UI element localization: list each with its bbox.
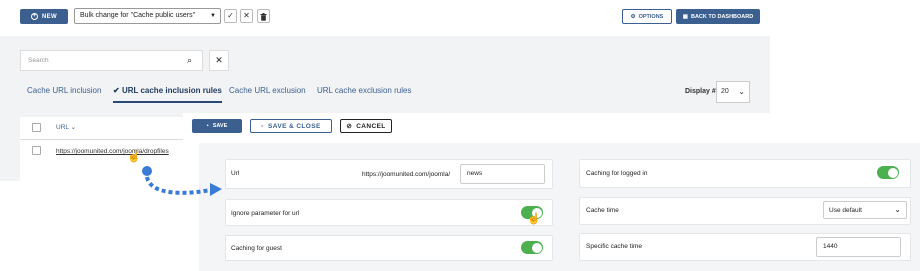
dashboard-icon: ▦ [682,13,688,20]
search-placeholder: Search [28,57,49,64]
close-icon: ✕ [215,55,223,65]
display-label: Display # [685,88,716,95]
gear-icon: ⚙ [630,13,636,20]
guest-toggle[interactable] [521,241,543,254]
search-icon: ⌕ [186,55,192,65]
dotted-path [145,176,211,195]
cancel-button[interactable]: ⊘ CANCEL [340,119,392,133]
search-input[interactable]: Search ⌕ [20,50,203,71]
divider [20,139,183,140]
chevron-down-icon: ▼ [210,13,216,19]
save-button[interactable]: ▪ SAVE [192,119,242,133]
row-checkbox[interactable] [32,146,41,155]
cursor-pointer-icon: ☝ [127,151,141,163]
chevron-down-icon: ⌄ [894,205,901,214]
toggle-knob [887,167,898,178]
clear-search-button[interactable]: ✕ [209,50,229,71]
top-toolbar: + NEW Bulk change for "Cache public user… [0,0,920,36]
save-label: SAVE [212,123,228,129]
url-label: Url [231,170,240,177]
specific-time-input[interactable]: 1440 [816,237,901,257]
display-count-select[interactable]: 20 ⌄ [716,81,750,103]
url-column-label: URL [56,124,69,131]
save-icon: ▫ [261,122,264,130]
trash-icon [260,13,267,21]
arrow-head [210,183,222,196]
select-all-checkbox[interactable] [32,123,41,132]
cache-time-select[interactable]: Use default ⌄ [823,201,907,219]
ignore-param-label: Ignore parameter for url [231,210,300,217]
display-count-value: 20 [721,88,729,95]
delete-button[interactable] [257,9,270,23]
url-input[interactable]: news [460,164,545,184]
tab-url-cache-inclusion-rules[interactable]: ✔ URL cache inclusion rules [113,86,222,103]
bulk-action-select[interactable]: Bulk change for "Cache public users" ▼ [74,8,221,24]
chevron-down-icon: ⌄ [738,87,745,96]
url-prefix: https://joomunited.com/joomla/ [362,171,451,178]
clear-bulk-button[interactable]: ✕ [240,9,253,23]
specific-time-label: Specific cache time [586,243,642,250]
back-to-dashboard-button[interactable]: ▦ BACK TO DASHBOARD [676,9,760,24]
tab-url-cache-exclusion-rules[interactable]: URL cache exclusion rules [317,86,411,95]
close-icon: ✕ [243,11,250,20]
tab-cache-url-exclusion[interactable]: Cache URL exclusion [229,86,306,95]
url-column-header[interactable]: URL ⌄ [56,123,76,131]
check-icon: ✓ [227,11,234,20]
chevron-down-icon: ⌄ [70,124,77,131]
dashboard-label: BACK TO DASHBOARD [690,13,754,20]
bulk-action-value: Bulk change for "Cache public users" [80,12,196,19]
arrow-start-dot [142,166,152,176]
annotation-arrow [142,166,222,196]
new-button-label: NEW [42,13,57,20]
new-button[interactable]: + NEW [20,9,68,24]
guest-label: Caching for guest [231,245,282,252]
tab-cache-url-inclusion[interactable]: Cache URL inclusion [27,86,101,95]
logged-in-toggle[interactable] [877,166,899,179]
cursor-pointer-icon: ☝ [527,213,541,225]
toggle-knob [531,242,542,253]
options-button[interactable]: ⚙ OPTIONS [622,9,672,24]
save-close-label: SAVE & CLOSE [268,122,321,130]
apply-check-button[interactable]: ✓ [224,9,237,23]
check-icon: ✔ [113,86,120,95]
save-close-button[interactable]: ▫ SAVE & CLOSE [250,119,332,133]
cancel-label: CANCEL [356,122,386,130]
options-label: OPTIONS [638,13,664,20]
plus-circle-icon: + [31,13,39,20]
cache-time-label: Cache time [586,207,619,214]
cancel-icon: ⊘ [346,123,353,130]
cache-time-value: Use default [829,207,862,214]
save-icon: ▪ [206,123,209,129]
logged-in-label: Caching for logged in [586,170,648,177]
tab-label: URL cache inclusion rules [121,86,222,95]
